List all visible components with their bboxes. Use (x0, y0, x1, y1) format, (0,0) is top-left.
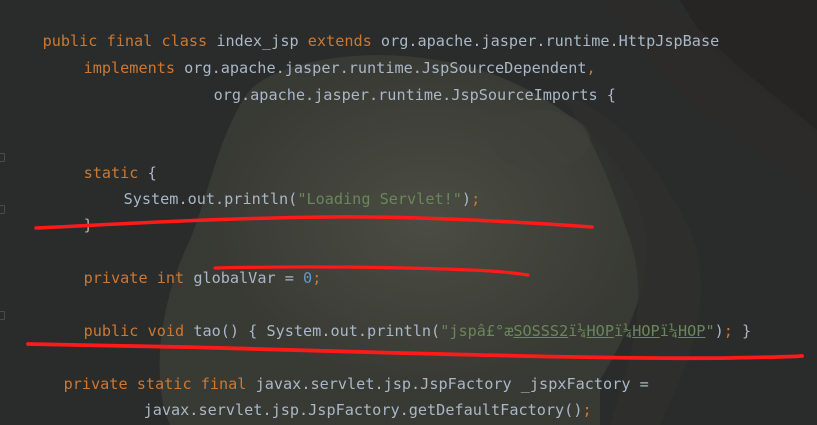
string-literal: ï¼ (659, 322, 678, 340)
string-literal: " (705, 322, 715, 340)
string-literal: "jspâ£°æ (440, 322, 514, 340)
code-text: } (732, 322, 752, 340)
code-text: javax.servlet.jsp.JspFactory.getDefaultF… (143, 401, 583, 419)
code-line[interactable]: public void tao() { System.out.println("… (47, 304, 752, 358)
code-editor[interactable]: public final class index_jsp extends org… (0, 0, 817, 425)
code-line[interactable]: javax.servlet.jsp.JspFactory.getDefaultF… (107, 383, 592, 425)
code-line[interactable]: private int globalVar = 0; (47, 251, 322, 305)
code-text: ) (714, 322, 724, 340)
string-literal: SOSSS2 (513, 322, 569, 340)
string-literal: HOP (586, 322, 614, 340)
code-text: ) (461, 190, 472, 208)
semicolon: ; (312, 269, 322, 287)
semicolon: ; (582, 401, 592, 419)
keyword: public void (83, 322, 185, 340)
fold-marker-icon[interactable] (0, 205, 5, 214)
semicolon: ; (723, 322, 733, 340)
string-literal: HOP (632, 322, 660, 340)
code-text: } (83, 216, 93, 234)
semicolon: ; (471, 190, 481, 208)
keyword: implements (83, 59, 176, 77)
fold-marker-icon[interactable] (0, 153, 5, 162)
string-literal: ï¼ (613, 322, 633, 340)
code-line[interactable]: } (47, 198, 93, 252)
fold-marker-icon[interactable] (0, 311, 5, 320)
code-line[interactable]: org.apache.jasper.runtime.JspSourceImpor… (177, 68, 616, 122)
code-text: globalVar = (184, 269, 304, 287)
string-literal: "Loading Servlet!" (297, 190, 462, 208)
string-literal: ï¼ (568, 322, 587, 340)
code-text: System.out.println( (123, 190, 298, 208)
keyword: private int (83, 269, 185, 287)
code-line[interactable]: System.out.println("Loading Servlet!"); (87, 172, 481, 226)
code-text: tao() { System.out.println( (184, 322, 441, 340)
string-literal: HOP (678, 322, 706, 340)
number-literal: 0 (303, 269, 313, 287)
code-text: org.apache.jasper.runtime.JspSourceImpor… (213, 86, 616, 104)
